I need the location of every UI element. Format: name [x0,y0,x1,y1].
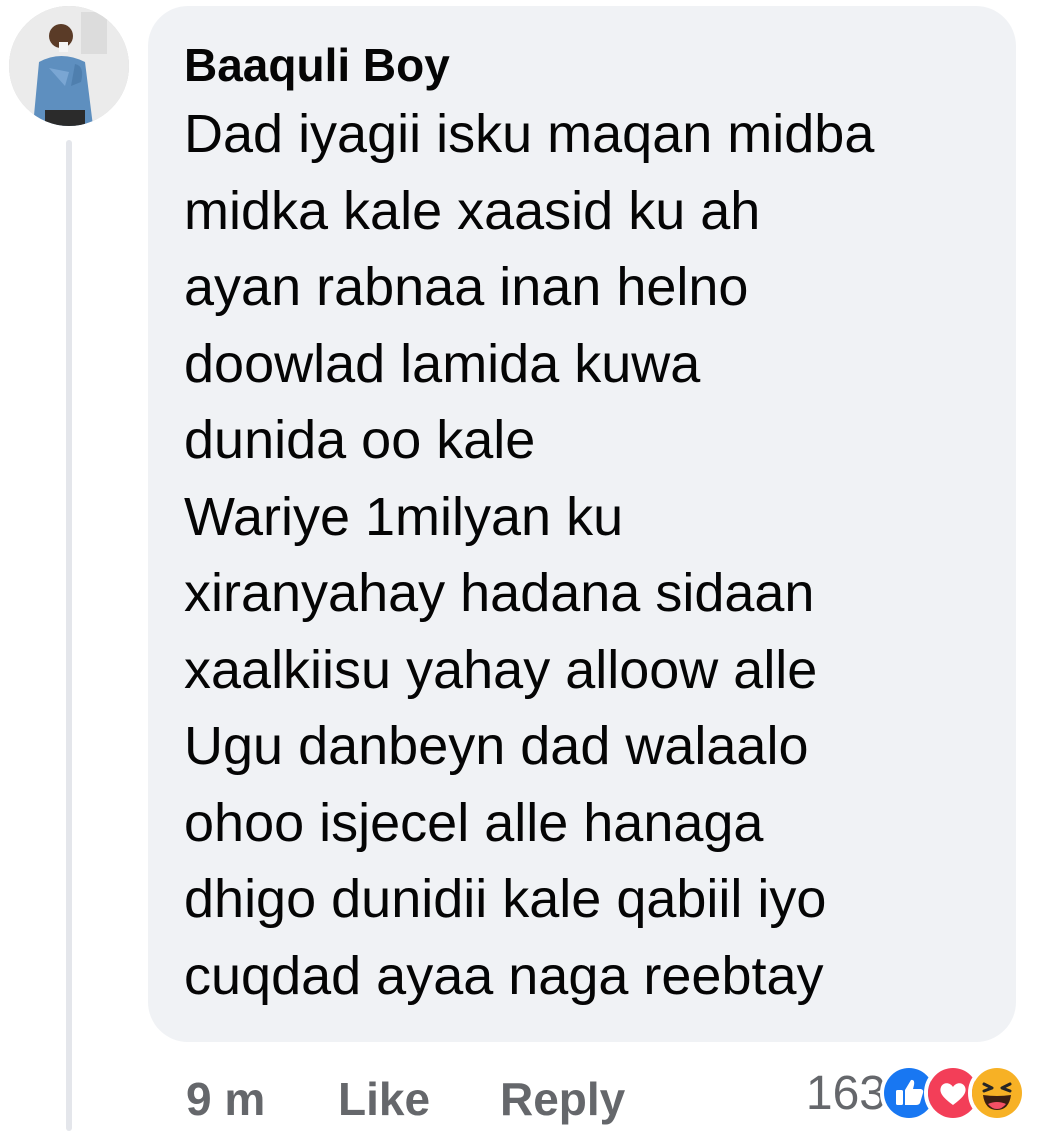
comment-line: dhigo dunidii kale qabiil iyo [184,869,827,929]
comment-screen: Baaquli Boy Dad iyagii isku maqan midba … [0,0,1052,1131]
comment-line: ayan rabnaa inan helno [184,257,749,317]
comment-line: midka kale xaasid ku ah [184,180,761,241]
reaction-count: 163 [805,1066,886,1120]
comment-line: Wariye 1milyan ku [184,486,624,547]
comment-line: cuqdad ayaa naga reebtay [184,945,824,1006]
comment-line: dunida oo kale [184,410,536,470]
comment-timestamp[interactable]: 9 m [186,1072,265,1126]
comment-line: ohoo isjecel alle hanaga [184,792,764,853]
comment-line: Dad iyagii isku maqan midba [184,104,875,164]
comment-line: doowlad lamida kuwa [184,333,701,394]
comment-line: Ugu danbeyn dad walaalo [184,716,809,776]
reply-button[interactable]: Reply [500,1072,625,1126]
comment-line: xaalkiisu yahay alloow alle [184,639,818,700]
comment-actions: 9 m Like Reply 163 [186,1064,1026,1128]
like-button[interactable]: Like [338,1072,430,1126]
comment-author[interactable]: Baaquli Boy [184,38,986,92]
reactions-summary[interactable]: 163 [806,1064,1026,1122]
comment-text: Dad iyagii isku maqan midba midka kale x… [184,96,986,1014]
comment-line: xiranyahay hadana sidaan [184,563,815,623]
avatar[interactable] [9,6,129,126]
avatar-photo [9,6,129,126]
comment-bubble: Baaquli Boy Dad iyagii isku maqan midba … [148,6,1016,1042]
thread-line [66,140,72,1131]
haha-icon [968,1064,1026,1122]
